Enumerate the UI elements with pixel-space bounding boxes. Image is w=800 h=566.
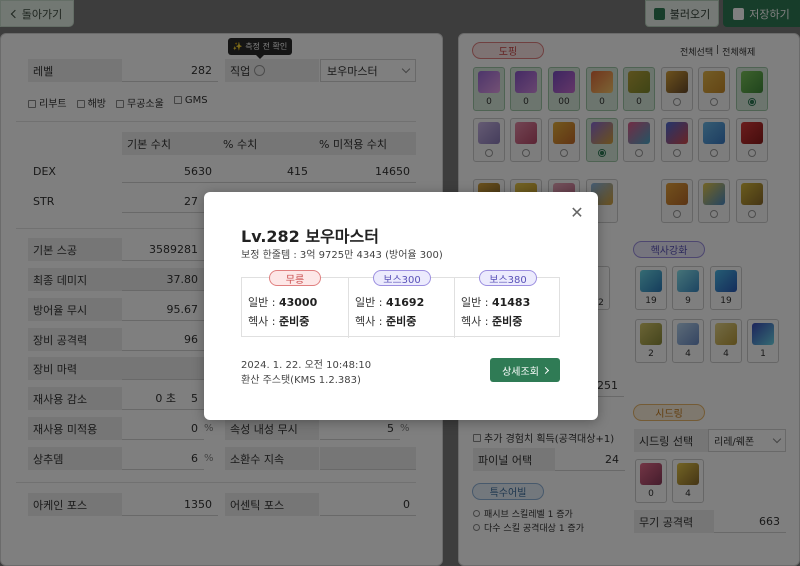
hexa-value: 준비중 xyxy=(491,315,523,328)
hexa-label: 헥사 : xyxy=(355,315,383,328)
chevron-right-icon xyxy=(541,366,549,374)
normal-label: 일반 : xyxy=(355,296,383,309)
modal-version: 환산 주스탯(KMS 1.2.383) xyxy=(241,375,361,386)
tag-boss300: 보스300 xyxy=(373,270,431,286)
result-stats: 무릉 일반 : 43000 헥사 : 준비중 보스300 일반 : 41692 … xyxy=(241,270,561,338)
tag-boss380: 보스380 xyxy=(479,270,537,286)
hexa-line: 헥사 : 준비중 xyxy=(355,313,416,329)
hexa-line: 헥사 : 준비중 xyxy=(248,313,309,329)
close-icon[interactable]: ✕ xyxy=(570,205,584,221)
normal-value: 41692 xyxy=(385,296,425,309)
result-modal: ✕ Lv.282 보우마스터 보정 한줄템 : 3억 9725만 4343 (방… xyxy=(204,192,598,420)
normal-line: 일반 : 41692 xyxy=(355,294,424,310)
result-column-boss300: 보스300 일반 : 41692 헥사 : 준비중 xyxy=(348,270,454,338)
modal-title: Lv.282 보우마스터 xyxy=(241,227,379,246)
normal-label: 일반 : xyxy=(461,296,489,309)
detail-button[interactable]: 상세조회 xyxy=(490,358,560,382)
normal-value: 41483 xyxy=(491,296,531,309)
hexa-line: 헥사 : 준비중 xyxy=(461,313,522,329)
normal-value: 43000 xyxy=(278,296,318,309)
modal-date: 2024. 1. 22. 오전 10:48:10 xyxy=(241,360,372,371)
result-column-mureung: 무릉 일반 : 43000 헥사 : 준비중 xyxy=(242,270,348,338)
normal-line: 일반 : 43000 xyxy=(248,294,317,310)
normal-line: 일반 : 41483 xyxy=(461,294,530,310)
tag-mureung: 무릉 xyxy=(269,270,321,286)
normal-label: 일반 : xyxy=(248,296,276,309)
result-column-boss380: 보스380 일반 : 41483 헥사 : 준비중 xyxy=(454,270,561,338)
detail-label: 상세조회 xyxy=(502,366,539,378)
modal-subtitle: 보정 한줄템 : 3억 9725만 4343 (방어율 300) xyxy=(241,250,443,261)
hexa-label: 헥사 : xyxy=(461,315,489,328)
hexa-value: 준비중 xyxy=(385,315,417,328)
hexa-label: 헥사 : xyxy=(248,315,276,328)
hexa-value: 준비중 xyxy=(278,315,310,328)
